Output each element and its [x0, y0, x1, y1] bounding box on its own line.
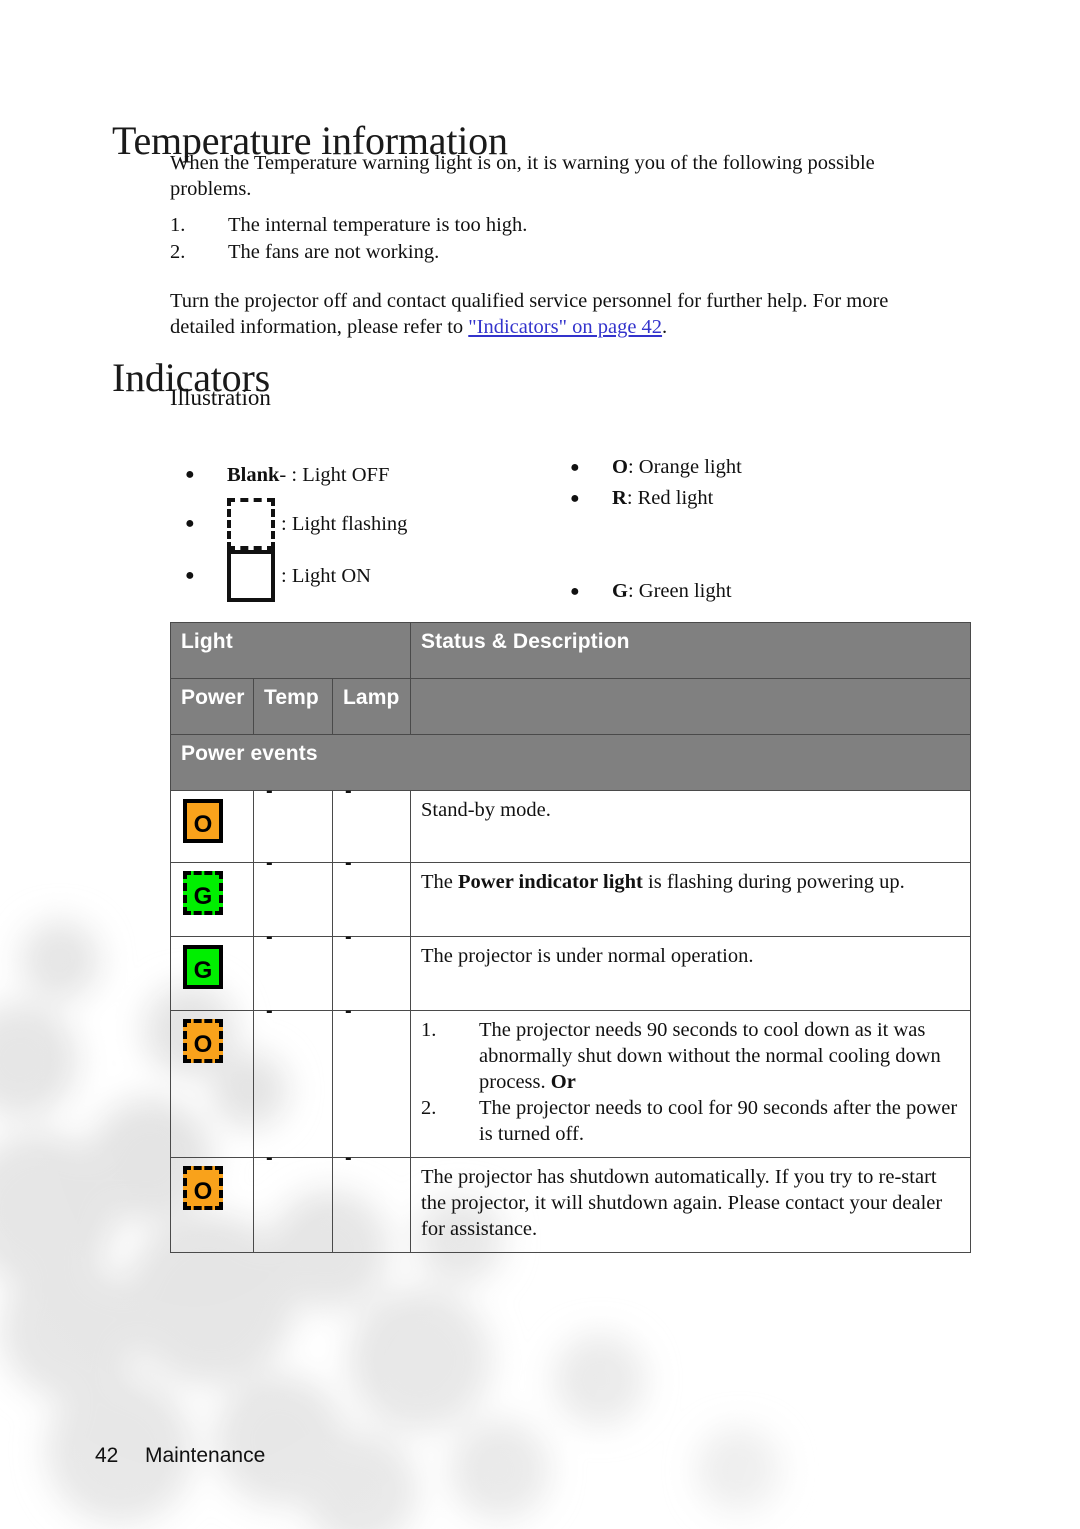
legend-label: : Green light [627, 580, 732, 602]
legend-label: : Light flashing [281, 512, 408, 535]
list-item: 1. The internal temperature is too high. [170, 212, 930, 239]
list-item-marker: 2. [170, 241, 186, 263]
section-band-label: Power events [169, 734, 972, 791]
dashed-box-icon [227, 498, 275, 550]
bullet-icon: ● [185, 567, 195, 584]
table-band-power-events: Power events [169, 734, 972, 791]
cell-power-indicator: O [170, 1157, 254, 1253]
description-emphasis: Power indicator light [458, 871, 643, 893]
legend-item-light-on: ● : Light ON [185, 550, 545, 602]
legend-item-light-off: ● Blank - : Light OFF [185, 452, 545, 498]
power-light-chip-orange-flashing: O [183, 1166, 223, 1210]
closing-paragraph: Turn the projector off and contact quali… [170, 288, 930, 340]
list-item: 2. The fans are not working. [170, 239, 930, 266]
cell-power-indicator: O [170, 790, 254, 863]
legend-item-light-flashing: ● : Light flashing [185, 498, 545, 550]
column-header-temp: Temp [253, 678, 333, 735]
legend-label: - : Light OFF [279, 463, 390, 486]
cell-description: Stand-by mode. [410, 790, 972, 863]
table-row: O - - Stand-by mode. [170, 781, 972, 863]
closing-text-after: . [662, 316, 668, 338]
power-light-chip-green-on: G [183, 945, 223, 989]
legend-label: : Red light [626, 487, 714, 509]
list-item: 1. The projector needs 90 seconds to coo… [421, 1017, 960, 1095]
legend-key: Blank [227, 463, 280, 486]
legend-key: R [612, 487, 627, 509]
legend-right-column: ● O : Orange light ● R : Red light ● G :… [570, 452, 930, 607]
legend-key: O [612, 456, 628, 478]
legend-item-red-light: ● R : Red light [570, 483, 930, 514]
power-light-chip-green-flashing: G [183, 871, 223, 915]
legend-item-green-light: ● G : Green light [570, 576, 930, 607]
table-row: O - - 1. The projector needs 90 seconds … [170, 1001, 972, 1158]
legend-label: : Orange light [627, 456, 742, 478]
indicator-status-table: Light Status & Description Power Temp La… [169, 622, 972, 1253]
legend-key: G [612, 580, 628, 602]
description-numbered-list: 1. The projector needs 90 seconds to coo… [421, 1017, 960, 1147]
table-header-row-top: Light Status & Description [169, 622, 972, 679]
list-item-text: The internal temperature is too high. [228, 214, 528, 236]
list-item-text: The fans are not working. [228, 241, 440, 263]
cell-power-indicator: G [170, 862, 254, 937]
description-text-after: is flashing during powering up. [642, 871, 905, 893]
legend-label: : Light ON [281, 564, 371, 587]
cell-description: 1. The projector needs 90 seconds to coo… [410, 1010, 972, 1158]
column-header-status: Status & Description [410, 622, 972, 679]
indicators-page-link[interactable]: "Indicators" on page 42 [468, 316, 662, 338]
power-light-chip-orange-on: O [183, 799, 223, 843]
cell-description: The projector is under normal operation. [410, 936, 972, 1011]
list-item-emphasis: Or [550, 1071, 576, 1093]
list-item-text: The projector needs 90 seconds to cool d… [479, 1017, 960, 1095]
cell-power-indicator: G [170, 936, 254, 1011]
footer-page-number: 42 [95, 1444, 119, 1467]
cell-lamp-indicator: - [331, 1148, 412, 1253]
cell-power-indicator: O [170, 1010, 254, 1158]
cell-description: The projector has shutdown automatically… [410, 1157, 972, 1253]
intro-paragraph: When the Temperature warning light is on… [170, 152, 875, 200]
page-footer: 42 Maintenance [95, 1444, 265, 1468]
description-text-before: The [421, 871, 459, 893]
cell-temp-indicator: - [253, 1001, 333, 1158]
list-item-marker: 1. [170, 214, 186, 236]
illustration-label: Illustration [170, 385, 271, 410]
list-item: 2. The projector needs to cool for 90 se… [421, 1095, 960, 1147]
footer-section-label: Maintenance [145, 1444, 266, 1467]
column-header-lamp: Lamp [331, 678, 412, 735]
column-header-light: Light [169, 622, 412, 679]
bullet-icon: ● [570, 489, 580, 507]
cell-temp-indicator: - [253, 1148, 333, 1253]
table-row: O - - The projector has shutdown automat… [170, 1148, 972, 1253]
bullet-icon: ● [185, 515, 195, 532]
list-item-text: The projector needs to cool for 90 secon… [479, 1097, 958, 1145]
list-item-marker: 2. [421, 1097, 437, 1119]
table-row: G - - The Power indicator light is flash… [170, 853, 972, 937]
list-item-marker: 1. [421, 1019, 437, 1041]
legend-item-orange-light: ● O : Orange light [570, 452, 930, 483]
cell-description: The Power indicator light is flashing du… [410, 862, 972, 937]
column-header-power: Power [170, 678, 254, 735]
table-row: G - - The projector is under normal oper… [170, 927, 972, 1011]
legend-left-column: ● Blank - : Light OFF ● : Light flashing… [185, 452, 545, 602]
bullet-icon: ● [185, 466, 195, 483]
bullet-icon: ● [570, 458, 580, 476]
solid-box-icon [227, 550, 275, 602]
legend-spacer [570, 514, 930, 576]
power-light-chip-orange-flashing: O [183, 1019, 223, 1063]
cell-lamp-indicator: - [331, 1001, 412, 1158]
intro-numbered-list: 1. The internal temperature is too high.… [170, 212, 930, 266]
table-header-row-sub: Power Temp Lamp [170, 678, 972, 735]
bullet-icon: ● [570, 582, 580, 600]
column-header-status-blank [410, 678, 972, 735]
list-item-text-before: The projector needs 90 seconds to cool d… [479, 1019, 941, 1093]
